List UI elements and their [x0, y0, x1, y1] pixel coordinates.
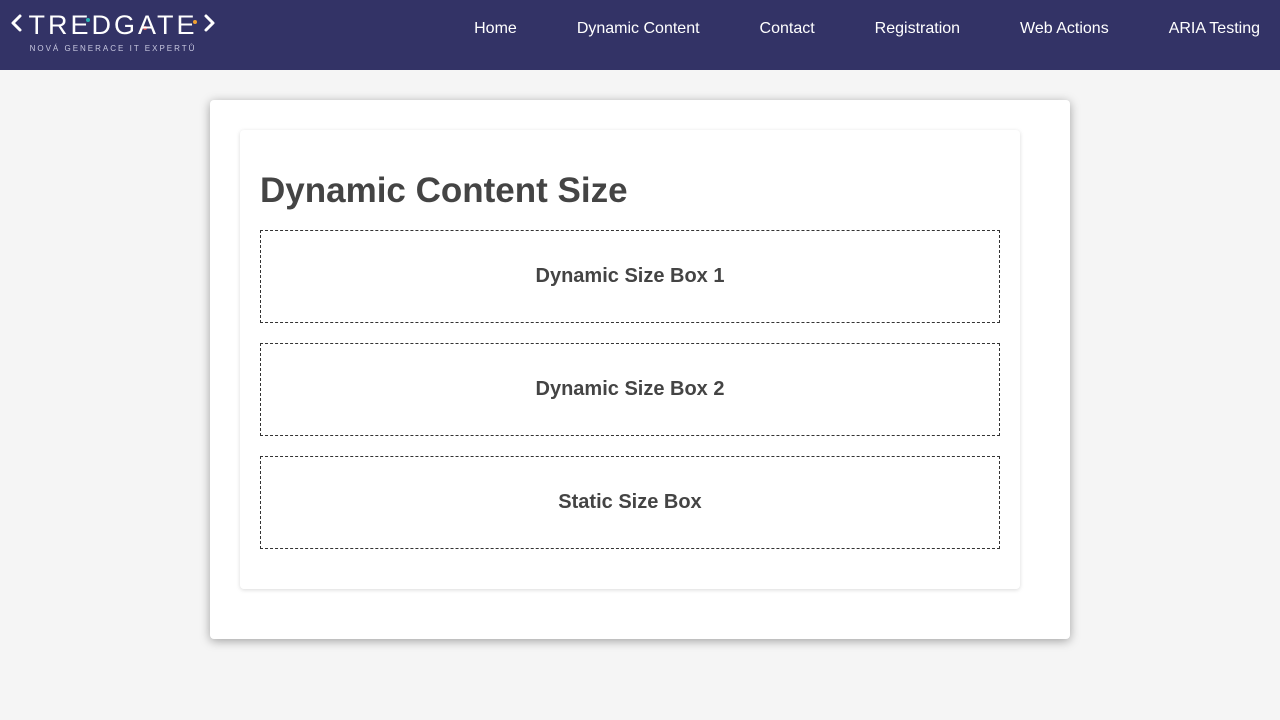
nav-aria-testing[interactable]: ARIA Testing	[1169, 20, 1260, 38]
dynamic-size-box-1: Dynamic Size Box 1	[260, 230, 1000, 323]
logo-wordmark: TREDGATE	[28, 10, 197, 40]
tredgate-logo-graphic: TREDGATE NOVÁ GENERACE IT EXPERTŮ	[11, 10, 215, 53]
static-size-box: Static Size Box	[260, 456, 1000, 549]
nav-web-actions[interactable]: Web Actions	[1020, 20, 1109, 38]
top-navbar: TREDGATE NOVÁ GENERACE IT EXPERTŮ Home D…	[0, 0, 1280, 70]
dynamic-content-panel: Dynamic Content Size Dynamic Size Box 1 …	[240, 130, 1020, 589]
dynamic-size-box-2: Dynamic Size Box 2	[260, 343, 1000, 436]
page-title: Dynamic Content Size	[260, 171, 628, 210]
nav-contact[interactable]: Contact	[760, 20, 815, 38]
tredgate-logo[interactable]: TREDGATE NOVÁ GENERACE IT EXPERTŮ	[10, 8, 220, 58]
nav-dynamic-content[interactable]: Dynamic Content	[577, 20, 700, 38]
nav-home[interactable]: Home	[474, 20, 517, 38]
main-nav: Home Dynamic Content Contact Registratio…	[474, 0, 1260, 58]
content-card: Dynamic Content Size Dynamic Size Box 1 …	[210, 100, 1070, 639]
nav-registration[interactable]: Registration	[875, 20, 960, 38]
logo-tagline: NOVÁ GENERACE IT EXPERTŮ	[30, 44, 197, 53]
